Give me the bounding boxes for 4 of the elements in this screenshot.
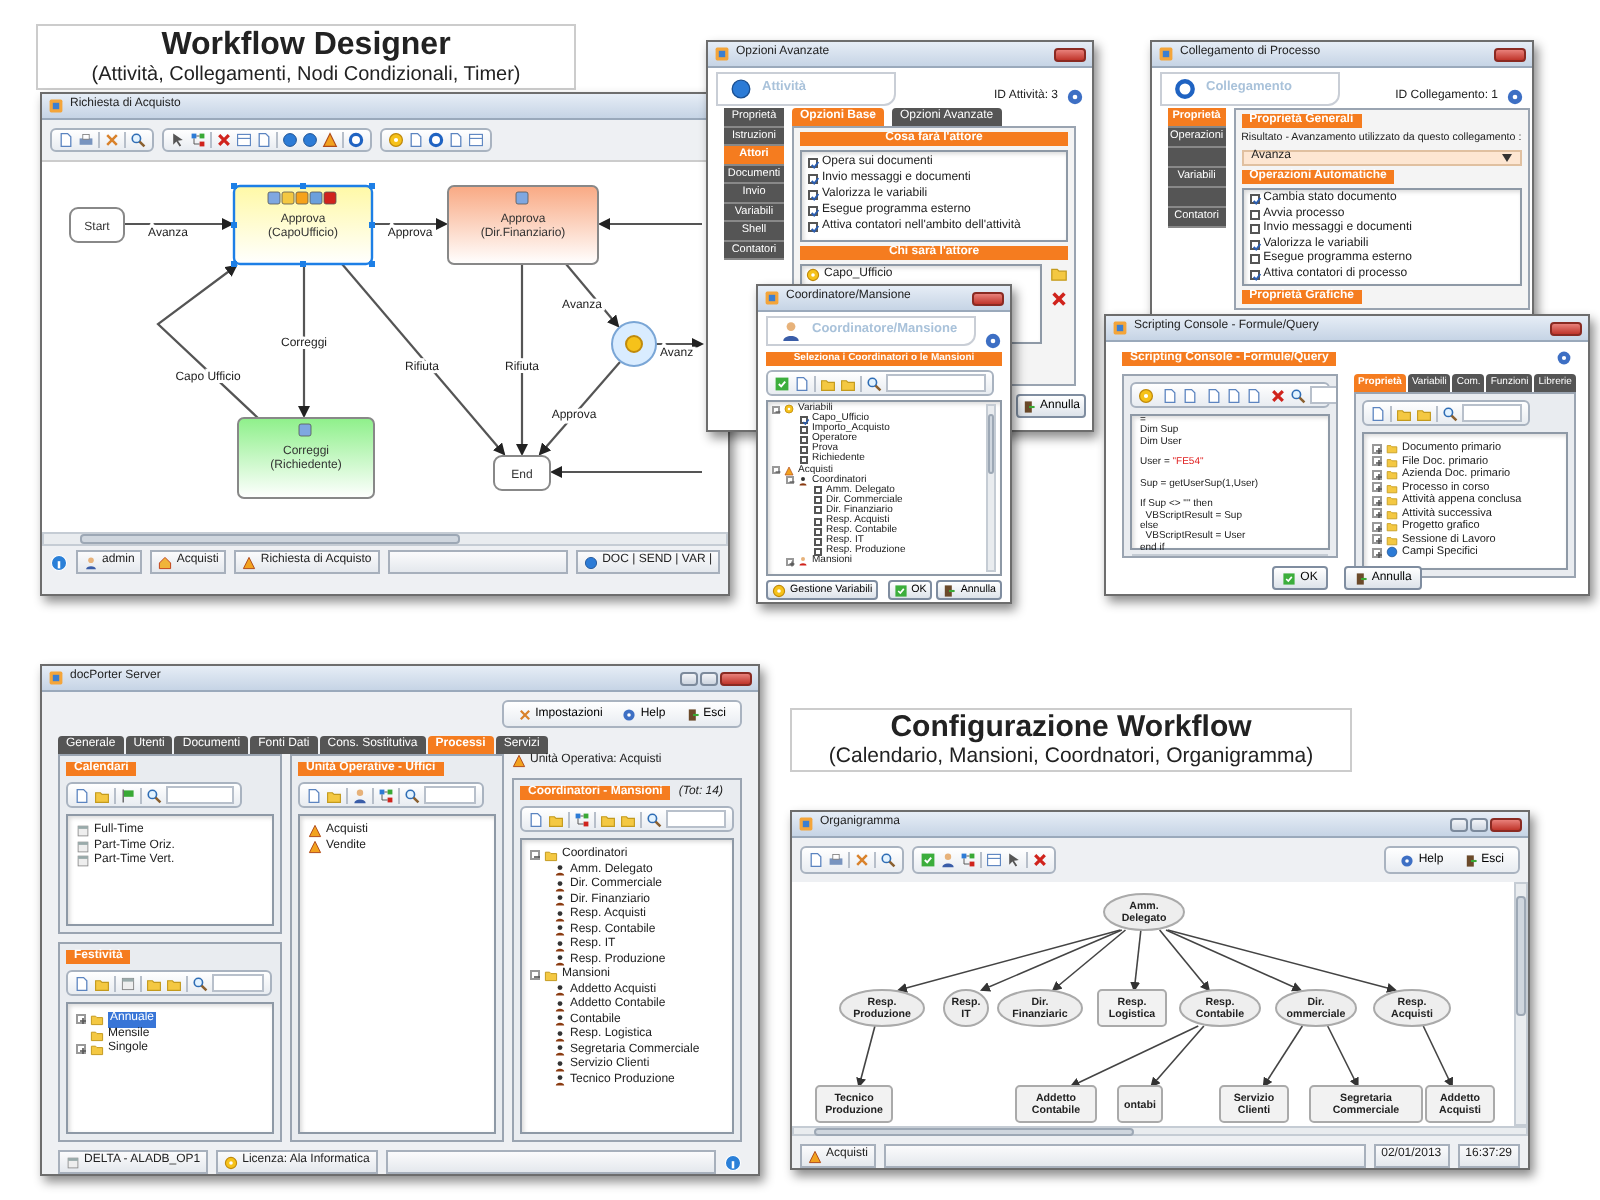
caption-title: Configurazione Workflow [888, 712, 1254, 745]
caption-subtitle: (Attività, Collegamenti, Nodi Condizionali, Timer) [89, 63, 523, 86]
caption-subtitle: (Calendario, Mansioni, Coordnatori, Organigramma) [826, 745, 1316, 769]
caption-title: Workflow Designer [159, 28, 453, 64]
